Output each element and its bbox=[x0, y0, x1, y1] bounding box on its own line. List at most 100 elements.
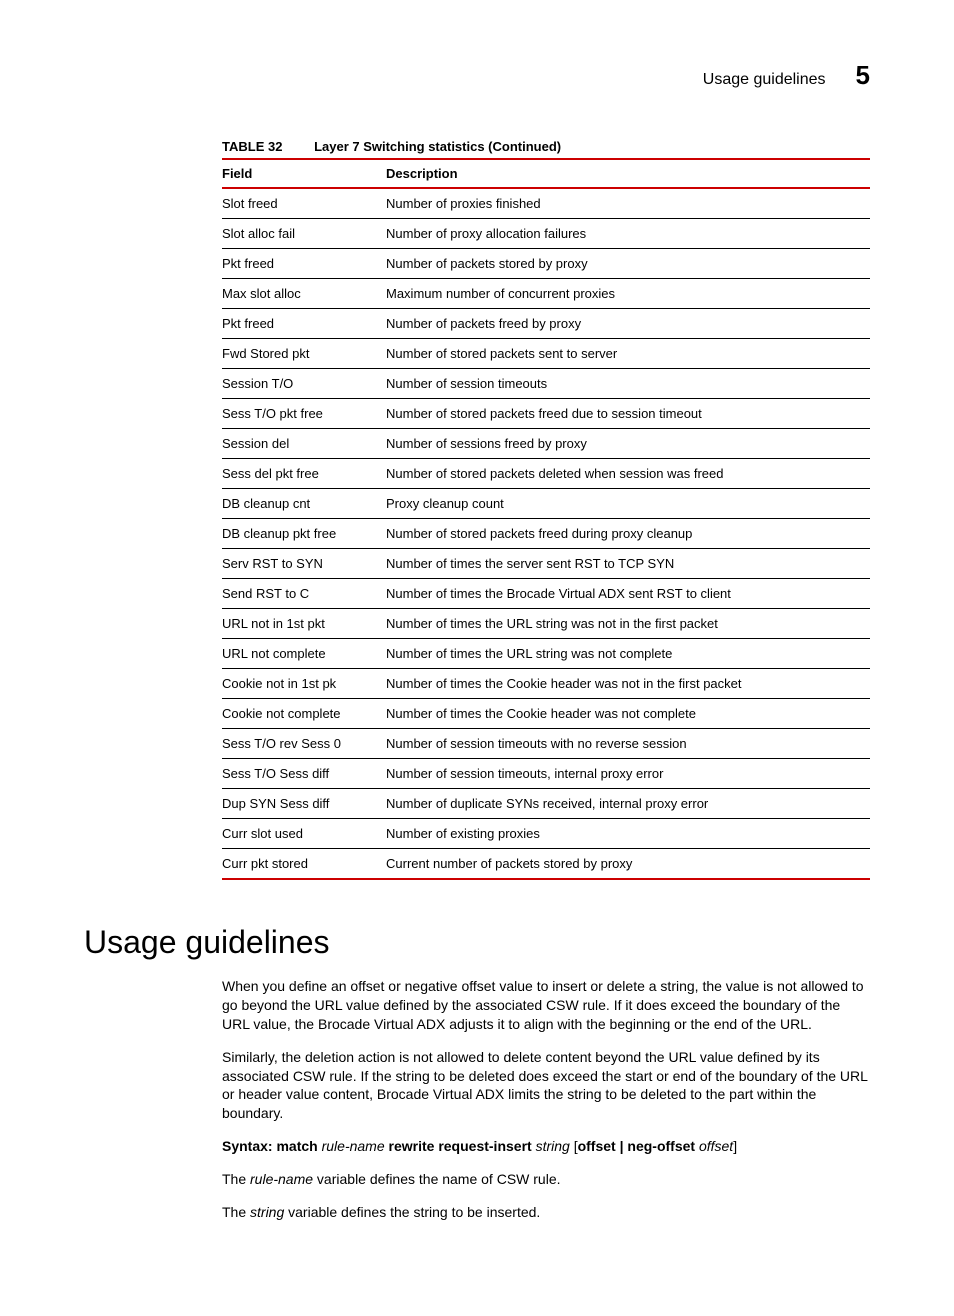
cell-description: Number of session timeouts, internal pro… bbox=[386, 759, 870, 789]
table-number: TABLE 32 bbox=[222, 139, 282, 154]
cell-description: Number of existing proxies bbox=[386, 819, 870, 849]
cell-field: Serv RST to SYN bbox=[222, 549, 386, 579]
page: Usage guidelines 5 TABLE 32 Layer 7 Swit… bbox=[0, 0, 954, 1316]
table-row: Curr slot usedNumber of existing proxies bbox=[222, 819, 870, 849]
cell-field: Dup SYN Sess diff bbox=[222, 789, 386, 819]
stats-table: Field Description Slot freedNumber of pr… bbox=[222, 158, 870, 880]
para-5: The string variable defines the string t… bbox=[222, 1203, 870, 1222]
p4c: variable defines the name of CSW rule. bbox=[313, 1171, 560, 1187]
table-row: Slot alloc failNumber of proxy allocatio… bbox=[222, 219, 870, 249]
table-row: Send RST to CNumber of times the Brocade… bbox=[222, 579, 870, 609]
cell-field: Cookie not in 1st pk bbox=[222, 669, 386, 699]
cell-field: DB cleanup pkt free bbox=[222, 519, 386, 549]
cell-description: Number of stored packets deleted when se… bbox=[386, 459, 870, 489]
syntax-string: string bbox=[532, 1138, 574, 1154]
table-row: Cookie not completeNumber of times the C… bbox=[222, 699, 870, 729]
para-2: Similarly, the deletion action is not al… bbox=[222, 1048, 870, 1124]
para-1: When you define an offset or negative of… bbox=[222, 977, 870, 1034]
p5c: variable defines the string to be insert… bbox=[284, 1204, 540, 1220]
syntax-offset: offset bbox=[695, 1138, 733, 1154]
table-row: Cookie not in 1st pkNumber of times the … bbox=[222, 669, 870, 699]
table-row: Max slot allocMaximum number of concurre… bbox=[222, 279, 870, 309]
cell-description: Number of proxies finished bbox=[386, 188, 870, 219]
table-row: Session delNumber of sessions freed by p… bbox=[222, 429, 870, 459]
table-name: Layer 7 Switching statistics (Continued) bbox=[314, 139, 561, 154]
cell-field: Slot freed bbox=[222, 188, 386, 219]
cell-description: Number of times the Cookie header was no… bbox=[386, 669, 870, 699]
syntax-kw-offset: offset | neg-offset bbox=[578, 1138, 695, 1154]
cell-field: URL not complete bbox=[222, 639, 386, 669]
cell-field: DB cleanup cnt bbox=[222, 489, 386, 519]
cell-description: Number of times the URL string was not c… bbox=[386, 639, 870, 669]
cell-field: Pkt freed bbox=[222, 249, 386, 279]
table-row: Pkt freedNumber of packets freed by prox… bbox=[222, 309, 870, 339]
table-header-row: Field Description bbox=[222, 159, 870, 188]
cell-description: Number of times the URL string was not i… bbox=[386, 609, 870, 639]
cell-field: Curr slot used bbox=[222, 819, 386, 849]
cell-description: Current number of packets stored by prox… bbox=[386, 849, 870, 880]
col-description: Description bbox=[386, 159, 870, 188]
cell-description: Number of proxy allocation failures bbox=[386, 219, 870, 249]
cell-field: Send RST to C bbox=[222, 579, 386, 609]
cell-description: Number of times the Brocade Virtual ADX … bbox=[386, 579, 870, 609]
p5b: string bbox=[250, 1204, 284, 1220]
cell-field: Cookie not complete bbox=[222, 699, 386, 729]
cell-field: Session T/O bbox=[222, 369, 386, 399]
table-row: Pkt freedNumber of packets stored by pro… bbox=[222, 249, 870, 279]
cell-description: Number of packets stored by proxy bbox=[386, 249, 870, 279]
cell-field: Fwd Stored pkt bbox=[222, 339, 386, 369]
table-row: DB cleanup pkt freeNumber of stored pack… bbox=[222, 519, 870, 549]
cell-description: Number of times the server sent RST to T… bbox=[386, 549, 870, 579]
cell-description: Number of stored packets sent to server bbox=[386, 339, 870, 369]
cell-field: Sess del pkt free bbox=[222, 459, 386, 489]
cell-description: Number of session timeouts with no rever… bbox=[386, 729, 870, 759]
syntax-kw-rewrite: rewrite request-insert bbox=[389, 1138, 532, 1154]
cell-description: Number of packets freed by proxy bbox=[386, 309, 870, 339]
page-header: Usage guidelines 5 bbox=[84, 60, 870, 91]
cell-field: Slot alloc fail bbox=[222, 219, 386, 249]
cell-description: Number of duplicate SYNs received, inter… bbox=[386, 789, 870, 819]
cell-field: URL not in 1st pkt bbox=[222, 609, 386, 639]
table-row: Sess del pkt freeNumber of stored packet… bbox=[222, 459, 870, 489]
cell-field: Sess T/O Sess diff bbox=[222, 759, 386, 789]
syntax-kw-match: Syntax: match bbox=[222, 1138, 318, 1154]
cell-field: Pkt freed bbox=[222, 309, 386, 339]
running-head: Usage guidelines bbox=[703, 71, 826, 89]
cell-field: Max slot alloc bbox=[222, 279, 386, 309]
cell-description: Number of stored packets freed during pr… bbox=[386, 519, 870, 549]
cell-field: Sess T/O rev Sess 0 bbox=[222, 729, 386, 759]
table-row: Sess T/O rev Sess 0Number of session tim… bbox=[222, 729, 870, 759]
cell-description: Number of times the Cookie header was no… bbox=[386, 699, 870, 729]
table-row: Sess T/O pkt freeNumber of stored packet… bbox=[222, 399, 870, 429]
col-field: Field bbox=[222, 159, 386, 188]
syntax-line: Syntax: match rule-name rewrite request-… bbox=[222, 1137, 870, 1156]
para-4: The rule-name variable defines the name … bbox=[222, 1170, 870, 1189]
table-row: Dup SYN Sess diffNumber of duplicate SYN… bbox=[222, 789, 870, 819]
body-text: When you define an offset or negative of… bbox=[222, 977, 870, 1222]
table-row: DB cleanup cntProxy cleanup count bbox=[222, 489, 870, 519]
table-row: Slot freedNumber of proxies finished bbox=[222, 188, 870, 219]
cell-description: Proxy cleanup count bbox=[386, 489, 870, 519]
cell-field: Sess T/O pkt free bbox=[222, 399, 386, 429]
table-row: Fwd Stored pktNumber of stored packets s… bbox=[222, 339, 870, 369]
table-row: Curr pkt storedCurrent number of packets… bbox=[222, 849, 870, 880]
table-body: Slot freedNumber of proxies finishedSlot… bbox=[222, 188, 870, 879]
cell-description: Number of stored packets freed due to se… bbox=[386, 399, 870, 429]
cell-field: Session del bbox=[222, 429, 386, 459]
table-row: URL not completeNumber of times the URL … bbox=[222, 639, 870, 669]
cell-field: Curr pkt stored bbox=[222, 849, 386, 880]
syntax-rule-name: rule-name bbox=[318, 1138, 389, 1154]
table-row: Sess T/O Sess diffNumber of session time… bbox=[222, 759, 870, 789]
cell-description: Number of sessions freed by proxy bbox=[386, 429, 870, 459]
cell-description: Number of session timeouts bbox=[386, 369, 870, 399]
table-row: Serv RST to SYNNumber of times the serve… bbox=[222, 549, 870, 579]
chapter-number: 5 bbox=[856, 60, 870, 91]
table-caption: TABLE 32 Layer 7 Switching statistics (C… bbox=[222, 139, 870, 154]
p4a: The bbox=[222, 1171, 250, 1187]
p5a: The bbox=[222, 1204, 250, 1220]
p4b: rule-name bbox=[250, 1171, 313, 1187]
bracket-close: ] bbox=[733, 1138, 737, 1154]
table-row: URL not in 1st pktNumber of times the UR… bbox=[222, 609, 870, 639]
cell-description: Maximum number of concurrent proxies bbox=[386, 279, 870, 309]
table-row: Session T/ONumber of session timeouts bbox=[222, 369, 870, 399]
